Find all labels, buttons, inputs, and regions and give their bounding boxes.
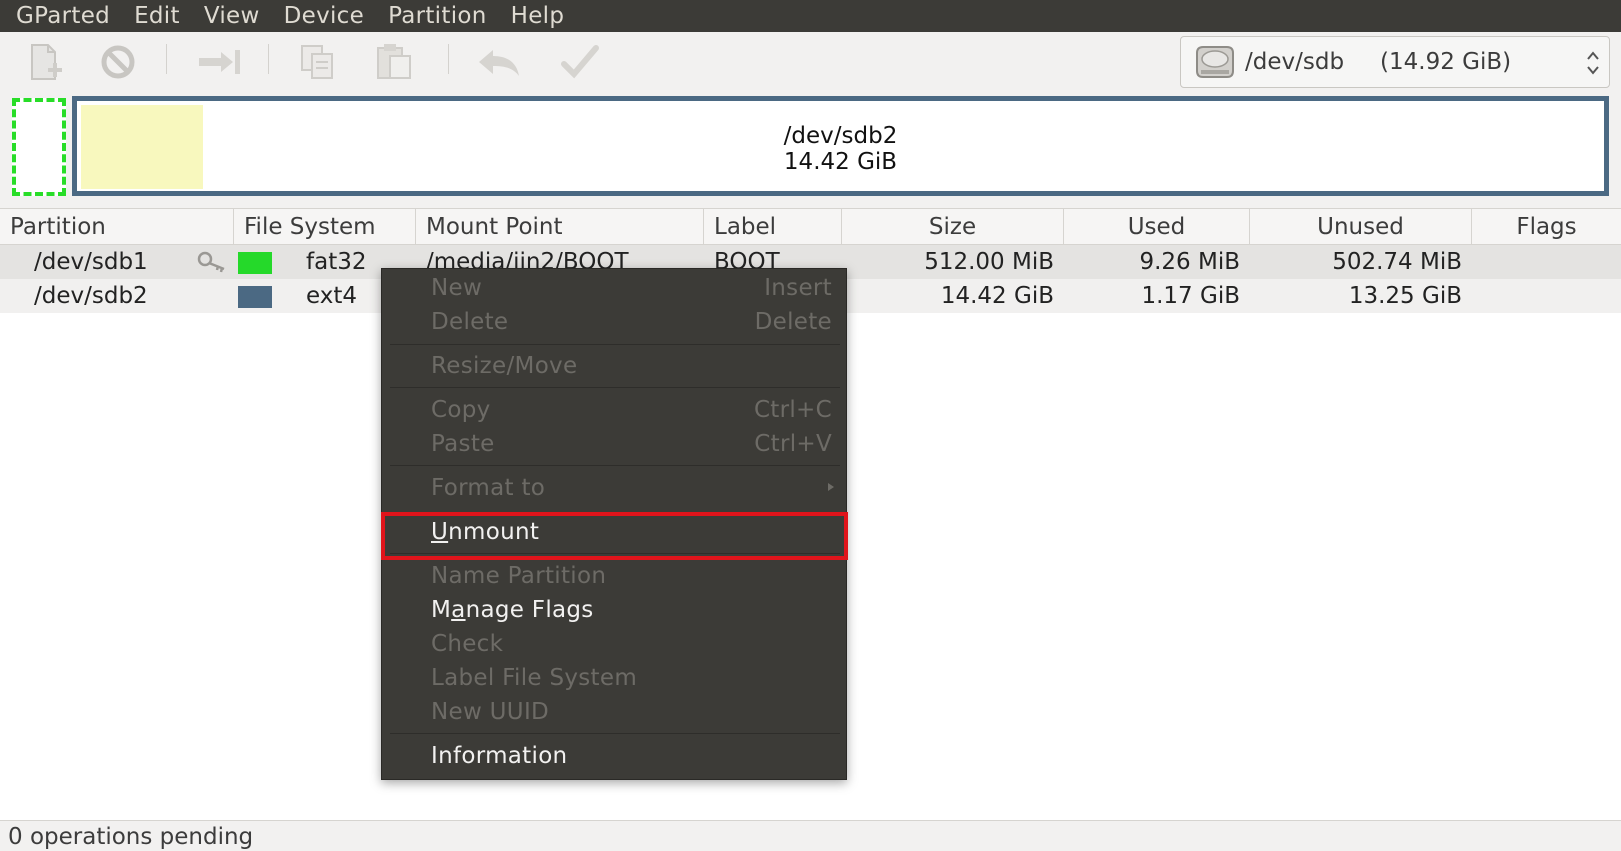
menu-item-name-partition[interactable]: Name Partition xyxy=(382,559,848,593)
column-flags[interactable]: Flags xyxy=(1472,209,1621,245)
menu-item-label: Paste xyxy=(431,431,495,457)
menu-item-label: New UUID xyxy=(431,699,550,725)
partition-block-text: /dev/sdb2 14.42 GiB xyxy=(77,123,1604,175)
status-bar: 0 operations pending xyxy=(0,820,1621,851)
menu-separator xyxy=(390,465,840,466)
cell-flags xyxy=(1482,245,1612,279)
column-unused[interactable]: Unused xyxy=(1250,209,1472,245)
column-size[interactable]: Size xyxy=(842,209,1064,245)
harddisk-icon xyxy=(1196,46,1234,78)
new-partition-icon xyxy=(31,44,62,80)
menu-item-paste[interactable]: Paste Ctrl+V xyxy=(382,427,848,461)
copy-icon xyxy=(301,45,333,79)
menu-separator xyxy=(390,344,840,345)
mnemonic-letter: a xyxy=(451,597,466,623)
partition-block-sdb1[interactable] xyxy=(12,98,66,196)
apply-icon xyxy=(561,45,599,79)
menu-help[interactable]: Help xyxy=(503,0,581,32)
device-name: /dev/sdb xyxy=(1245,49,1345,75)
cell-size: 512.00 MiB xyxy=(924,249,1054,275)
menu-item-label: New xyxy=(431,275,483,301)
menu-item-label: Format to xyxy=(431,475,546,501)
menu-item-label: Resize/Move xyxy=(431,353,578,379)
toolbar-separator xyxy=(268,44,269,74)
column-used[interactable]: Used xyxy=(1064,209,1250,245)
new-button[interactable] xyxy=(16,40,72,84)
cell-unused: 502.74 MiB xyxy=(1332,249,1462,275)
highlight-box xyxy=(381,512,848,560)
menu-item-label: Name Partition xyxy=(431,563,607,589)
toolbar: /dev/sdb (14.92 GiB) xyxy=(0,32,1621,94)
cell-size: 14.42 GiB xyxy=(940,283,1054,309)
menu-item-resize-move[interactable]: Resize/Move xyxy=(382,349,848,383)
menu-item-label-pre: M xyxy=(431,597,452,623)
resize-move-icon xyxy=(199,50,240,74)
menu-item-label-file-system[interactable]: Label File System xyxy=(382,661,848,695)
menu-device[interactable]: Device xyxy=(276,0,380,32)
column-partition[interactable]: Partition xyxy=(0,209,234,245)
menu-separator xyxy=(390,733,840,734)
menu-item-label: Copy xyxy=(431,397,491,423)
partition-graphic: /dev/sdb2 14.42 GiB xyxy=(0,94,1621,200)
menu-item-label: Information xyxy=(431,743,568,769)
resize-move-button[interactable] xyxy=(192,40,248,84)
column-mount-point[interactable]: Mount Point xyxy=(416,209,704,245)
delete-button[interactable] xyxy=(90,40,146,84)
apply-button[interactable] xyxy=(552,40,608,84)
toolbar-separator xyxy=(166,44,167,74)
menu-edit[interactable]: Edit xyxy=(126,0,196,32)
paste-icon xyxy=(377,44,411,79)
filesystem-color-swatch xyxy=(238,286,272,308)
menu-item-label: Label File System xyxy=(431,665,638,691)
paste-button[interactable] xyxy=(366,40,422,84)
filesystem-color-swatch xyxy=(238,252,272,274)
copy-button[interactable] xyxy=(290,40,346,84)
menu-item-new[interactable]: New Insert xyxy=(382,271,848,305)
menu-item-new-uuid[interactable]: New UUID xyxy=(382,695,848,729)
toolbar-separator xyxy=(448,44,449,74)
partition-block-sdb2[interactable]: /dev/sdb2 14.42 GiB xyxy=(72,96,1609,196)
menu-view[interactable]: View xyxy=(196,0,276,32)
submenu-arrow-icon xyxy=(828,483,834,491)
menu-item-accelerator: Delete xyxy=(754,309,832,335)
undo-icon xyxy=(479,50,519,76)
menu-item-copy[interactable]: Copy Ctrl+C xyxy=(382,393,848,427)
device-size: (14.92 GiB) xyxy=(1380,49,1512,75)
delete-icon xyxy=(101,45,135,79)
menu-item-delete[interactable]: Delete Delete xyxy=(382,305,848,339)
undo-button[interactable] xyxy=(472,40,528,84)
column-file-system[interactable]: File System xyxy=(234,209,416,245)
menu-item-accelerator: Ctrl+V xyxy=(754,431,832,457)
device-selector[interactable]: /dev/sdb (14.92 GiB) xyxy=(1180,36,1610,88)
cell-used: 1.17 GiB xyxy=(1141,283,1240,309)
menu-item-label: Check xyxy=(431,631,504,657)
menu-item-information[interactable]: Information xyxy=(382,739,848,773)
menu-item-accelerator: Ctrl+C xyxy=(753,397,832,423)
partition-block-size: 14.42 GiB xyxy=(783,149,898,175)
table-header: Partition File System Mount Point Label … xyxy=(0,209,1621,245)
spinner-arrows-icon xyxy=(1587,51,1599,75)
menu-item-manage-flags[interactable]: Manage Flags xyxy=(382,593,848,627)
menu-partition[interactable]: Partition xyxy=(380,0,503,32)
key-icon xyxy=(197,251,225,273)
menu-item-check[interactable]: Check xyxy=(382,627,848,661)
column-label[interactable]: Label xyxy=(704,209,842,245)
menu-item-label-rest: nage Flags xyxy=(465,597,594,623)
menu-separator xyxy=(390,387,840,388)
menu-item-accelerator: Insert xyxy=(764,275,832,301)
menu-item-format-to[interactable]: Format to xyxy=(382,471,848,505)
menu-gparted[interactable]: GParted xyxy=(8,0,126,32)
partition-block-name: /dev/sdb2 xyxy=(783,123,898,149)
menu-bar: GParted Edit View Device Partition Help xyxy=(0,0,1621,32)
menu-item-label: Delete xyxy=(431,309,509,335)
cell-used: 9.26 MiB xyxy=(1139,249,1240,275)
cell-partition: /dev/sdb1 xyxy=(34,249,148,275)
cell-partition: /dev/sdb2 xyxy=(34,283,148,309)
menu-item-label: Manage Flags xyxy=(431,593,594,627)
status-text: 0 operations pending xyxy=(8,824,254,850)
cell-unused: 13.25 GiB xyxy=(1348,283,1462,309)
cell-flags xyxy=(1482,279,1612,313)
